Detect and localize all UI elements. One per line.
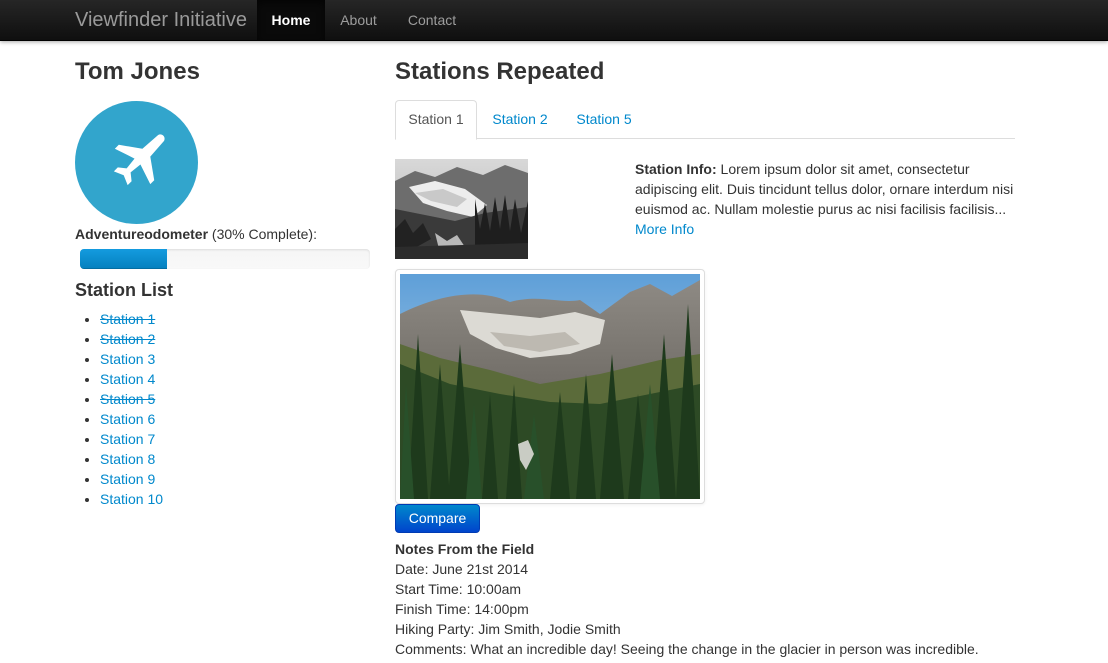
odometer-title: Adventureodometer bbox=[75, 226, 209, 242]
notes-finish-time: Finish Time: 14:00pm bbox=[395, 601, 529, 617]
notes-hiking-party: Hiking Party: Jim Smith, Jodie Smith bbox=[395, 621, 621, 637]
current-photo-frame bbox=[395, 269, 705, 504]
station-link[interactable]: Station 3 bbox=[100, 351, 155, 367]
station-link[interactable]: Station 1 bbox=[100, 311, 155, 327]
station-link[interactable]: Station 6 bbox=[100, 411, 155, 427]
station-list-item: Station 1 bbox=[100, 309, 163, 329]
station-list-item: Station 2 bbox=[100, 329, 163, 349]
station-link[interactable]: Station 8 bbox=[100, 451, 155, 467]
station-link[interactable]: Station 5 bbox=[100, 391, 155, 407]
station-list-item: Station 8 bbox=[100, 449, 163, 469]
top-navbar: Viewfinder Initiative Home About Contact bbox=[0, 0, 1108, 41]
compare-button[interactable]: Compare bbox=[395, 504, 480, 533]
station-tabs: Station 1 Station 2 Station 5 bbox=[395, 100, 1015, 140]
airplane-icon bbox=[113, 134, 165, 186]
station-link[interactable]: Station 2 bbox=[100, 331, 155, 347]
nav-contact[interactable]: Contact bbox=[392, 0, 472, 40]
station-list-title: Station List bbox=[75, 280, 173, 300]
avatar bbox=[75, 101, 198, 224]
adventureodometer-label: Adventureodometer (30% Complete): bbox=[75, 224, 317, 244]
notes-start-time: Start Time: 10:00am bbox=[395, 581, 522, 597]
station-info-label: Station Info: bbox=[635, 161, 717, 177]
field-notes: Notes From the Field Date: June 21st 201… bbox=[395, 539, 979, 659]
nav-about[interactable]: About bbox=[325, 0, 392, 40]
page-title: Stations Repeated bbox=[395, 58, 605, 85]
station-list: Station 1 Station 2 Station 3 Station 4 Stat… bbox=[100, 309, 163, 509]
station-list-item: Station 4 bbox=[100, 369, 163, 389]
station-list-item: Station 5 bbox=[100, 389, 163, 409]
tab-station-2[interactable]: Station 2 bbox=[479, 100, 561, 139]
progress-bar bbox=[80, 249, 370, 269]
station-link[interactable]: Station 9 bbox=[100, 471, 155, 487]
more-info-link[interactable]: More Info bbox=[635, 221, 694, 237]
station-list-item: Station 6 bbox=[100, 409, 163, 429]
station-link[interactable]: Station 4 bbox=[100, 371, 155, 387]
notes-title: Notes From the Field bbox=[395, 541, 535, 557]
current-photo[interactable] bbox=[400, 274, 700, 499]
station-link[interactable]: Station 7 bbox=[100, 431, 155, 447]
station-list-item: Station 7 bbox=[100, 429, 163, 449]
tab-station-1[interactable]: Station 1 bbox=[395, 100, 477, 140]
notes-comments: Comments: What an incredible day! Seeing… bbox=[395, 641, 979, 657]
nav-home[interactable]: Home bbox=[257, 0, 325, 40]
historic-photo[interactable] bbox=[395, 159, 528, 259]
user-name: Tom Jones bbox=[75, 58, 200, 85]
station-info: Station Info: Lorem ipsum dolor sit amet… bbox=[635, 159, 1015, 239]
station-list-item: Station 10 bbox=[100, 489, 163, 509]
odometer-status: (30% Complete): bbox=[211, 226, 317, 242]
tab-station-5[interactable]: Station 5 bbox=[563, 100, 645, 139]
station-list-item: Station 3 bbox=[100, 349, 163, 369]
station-link[interactable]: Station 10 bbox=[100, 491, 163, 507]
notes-date: Date: June 21st 2014 bbox=[395, 561, 529, 577]
station-list-item: Station 9 bbox=[100, 469, 163, 489]
progress-fill bbox=[80, 249, 167, 269]
brand-link[interactable]: Viewfinder Initiative bbox=[75, 0, 247, 40]
